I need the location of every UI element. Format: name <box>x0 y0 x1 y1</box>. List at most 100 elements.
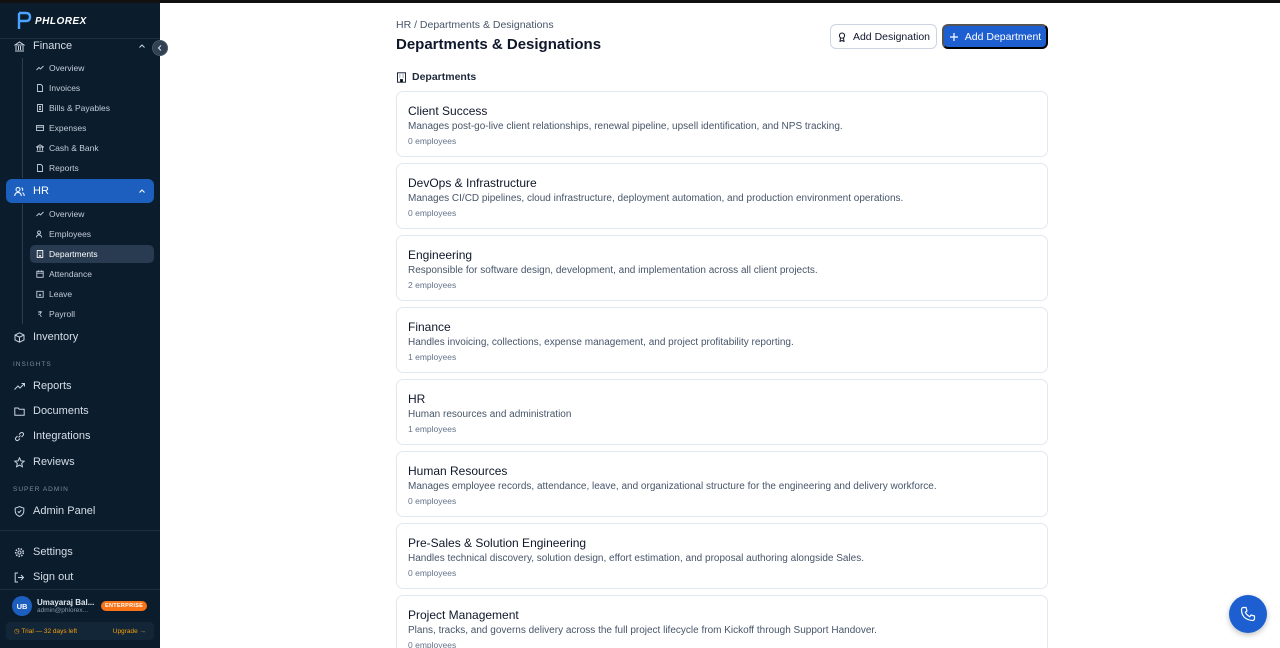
department-card-finance[interactable]: Finance Handles invoicing, collections, … <box>396 307 1048 373</box>
sidebar-section-insights: INSIGHTS <box>13 361 52 368</box>
department-card-client-success[interactable]: Client Success Manages post-go-live clie… <box>396 91 1048 157</box>
department-name: HR <box>408 392 426 406</box>
sidebar-subitem-payroll[interactable]: ₹ Payroll <box>30 305 154 323</box>
sidebar-item-label: Sign out <box>33 571 74 583</box>
building-icon <box>397 71 406 83</box>
chevron-up-icon <box>139 44 145 48</box>
sidebar-item-label: Reports <box>33 380 72 392</box>
sidebar-subitem-label: Leave <box>49 289 73 299</box>
add-designation-button[interactable]: Add Designation <box>830 24 937 49</box>
department-employee-count: 1 employees <box>408 424 457 434</box>
sidebar-subitem-label: Payroll <box>49 309 75 319</box>
brand-logo[interactable]: PHLOREX <box>16 10 87 32</box>
sidebar-subitem-finance-reports[interactable]: Reports <box>30 159 154 177</box>
sidebar-item-inventory[interactable]: Inventory <box>6 325 154 349</box>
department-description: Plans, tracks, and governs delivery acro… <box>408 625 877 636</box>
sidebar-item-label: Admin Panel <box>33 505 96 517</box>
file-icon <box>36 84 44 92</box>
sidebar-subitem-bills-payables[interactable]: Bills & Payables <box>30 99 154 117</box>
sidebar-subitem-finance-overview[interactable]: Overview <box>30 59 154 77</box>
department-description: Responsible for software design, develop… <box>408 265 818 276</box>
sidebar-divider <box>0 589 160 590</box>
bank-icon <box>14 40 25 52</box>
department-description: Manages post-go-live client relationship… <box>408 121 843 132</box>
sidebar-item-documents[interactable]: Documents <box>6 399 154 423</box>
sidebar-item-label: Documents <box>33 405 89 417</box>
sidebar-item-label: Integrations <box>33 430 91 442</box>
bank-icon <box>36 144 44 152</box>
department-name: Finance <box>408 320 451 334</box>
brand-name: PHLOREX <box>35 15 87 27</box>
department-card-hr[interactable]: HR Human resources and administration 1 … <box>396 379 1048 445</box>
add-designation-label: Add Designation <box>852 30 931 43</box>
department-card-engineering[interactable]: Engineering Responsible for software des… <box>396 235 1048 301</box>
window-top-border <box>0 0 1280 3</box>
sidebar-item-settings[interactable]: Settings <box>6 540 154 564</box>
sidebar-subitem-leave[interactable]: Leave <box>30 285 154 303</box>
user-card[interactable]: UB Umayaraj Bal... admin@phlorex... ENTE… <box>6 593 154 619</box>
sidebar-subitem-attendance[interactable]: Attendance <box>30 265 154 283</box>
rupee-icon: ₹ <box>37 309 43 319</box>
department-card-project-management[interactable]: Project Management Plans, tracks, and go… <box>396 595 1048 648</box>
shield-icon <box>14 505 25 517</box>
sidebar-subitem-expenses[interactable]: Expenses <box>30 119 154 137</box>
sidebar-subitem-label: Reports <box>49 163 79 173</box>
sidebar-subitem-label: Expenses <box>49 123 87 133</box>
sidebar-item-admin-panel[interactable]: Admin Panel <box>6 499 154 523</box>
folder-icon <box>14 406 25 417</box>
breadcrumb: HR / Departments & Designations <box>396 19 554 31</box>
calendar-icon <box>36 270 44 278</box>
department-description: Handles technical discovery, solution de… <box>408 553 865 564</box>
add-department-button[interactable]: Add Department <box>942 24 1048 49</box>
department-description: Human resources and administration <box>408 409 572 420</box>
chevron-up-icon <box>139 189 145 193</box>
sidebar-item-finance[interactable]: Finance <box>6 34 154 58</box>
department-description: Manages employee records, attendance, le… <box>408 481 937 492</box>
sidebar-subitem-cash-bank[interactable]: Cash & Bank <box>30 139 154 157</box>
sidebar-subitem-hr-overview[interactable]: Overview <box>30 205 154 223</box>
sidebar-item-hr[interactable]: HR <box>6 179 154 203</box>
department-description: Handles invoicing, collections, expense … <box>408 337 794 348</box>
sidebar-subitem-label: Overview <box>49 63 85 73</box>
department-name: DevOps & Infrastructure <box>408 176 537 190</box>
sidebar-item-reviews[interactable]: Reviews <box>6 450 154 474</box>
sidebar-subitem-departments[interactable]: Departments <box>30 245 154 263</box>
sidebar-subitem-label: Attendance <box>49 269 93 279</box>
finance-subnav-line <box>22 58 23 178</box>
department-card-pre-sales[interactable]: Pre-Sales & Solution Engineering Handles… <box>396 523 1048 589</box>
sidebar-item-label: Reviews <box>33 456 75 468</box>
department-employee-count: 0 employees <box>408 136 457 146</box>
plan-badge: ENTERPRISE <box>101 601 148 611</box>
call-support-button[interactable] <box>1229 595 1267 633</box>
sidebar-item-integrations[interactable]: Integrations <box>6 424 154 448</box>
award-icon <box>837 32 847 42</box>
department-card-human-resources[interactable]: Human Resources Manages employee records… <box>396 451 1048 517</box>
sidebar-subitem-invoices[interactable]: Invoices <box>30 79 154 97</box>
sidebar-subitem-employees[interactable]: Employees <box>30 225 154 243</box>
chevron-left-icon <box>157 45 162 51</box>
department-name: Client Success <box>408 104 488 118</box>
user-info: Umayaraj Bal... admin@phlorex... <box>37 598 95 614</box>
sidebar-item-label: Settings <box>33 546 73 558</box>
department-name: Project Management <box>408 608 519 622</box>
sidebar-subitem-label: Overview <box>49 209 85 219</box>
sidebar-item-label: HR <box>33 185 49 197</box>
sidebar-item-reports[interactable]: Reports <box>6 374 154 398</box>
trend-icon <box>14 381 25 392</box>
add-department-label: Add Department <box>964 30 1042 43</box>
department-employee-count: 0 employees <box>408 568 457 578</box>
department-card-devops[interactable]: DevOps & Infrastructure Manages CI/CD pi… <box>396 163 1048 229</box>
department-name: Engineering <box>408 248 473 262</box>
sidebar-subitem-label: Bills & Payables <box>49 103 110 113</box>
logout-icon <box>14 572 25 583</box>
sidebar: PHLOREX Finance Overview Invoices Bills … <box>0 0 168 648</box>
section-title: Departments <box>412 71 477 83</box>
sidebar-item-sign-out[interactable]: Sign out <box>6 565 154 589</box>
upgrade-link[interactable]: Upgrade → <box>113 628 146 635</box>
department-employee-count: 0 employees <box>408 496 457 506</box>
users-icon <box>14 186 25 197</box>
sidebar-collapse-button[interactable] <box>152 40 168 56</box>
sidebar-divider <box>0 530 160 531</box>
file-icon <box>36 164 44 172</box>
brand-mark-icon <box>17 11 32 29</box>
